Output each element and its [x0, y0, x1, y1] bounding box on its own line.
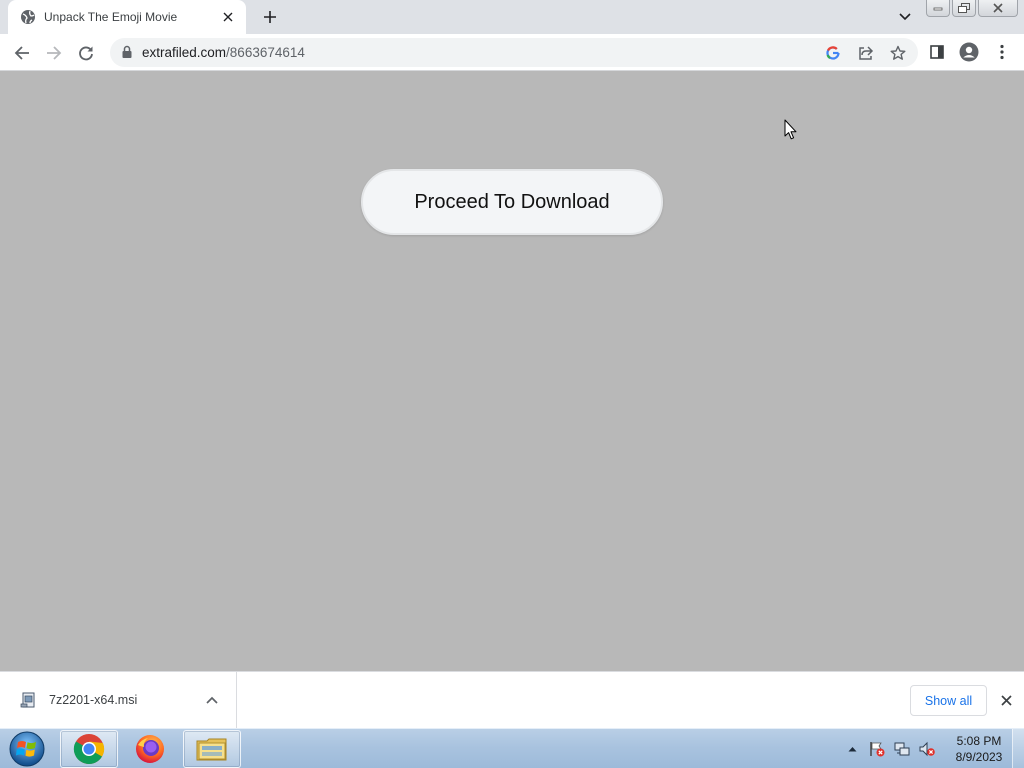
url-domain: extrafiled.com — [142, 45, 227, 60]
minimize-icon — [933, 7, 943, 11]
network-icon[interactable] — [892, 739, 912, 759]
file-explorer-icon — [196, 738, 227, 761]
window-controls — [926, 0, 1018, 17]
system-clock[interactable]: 5:08 PM 8/9/2023 — [950, 733, 1008, 765]
address-bar[interactable]: extrafiled.com/8663674614 — [110, 38, 918, 67]
url-path: /8663674614 — [226, 45, 305, 60]
restore-button[interactable] — [952, 0, 976, 17]
share-icon[interactable] — [855, 42, 877, 64]
download-item[interactable]: 7z2201-x64.msi — [0, 672, 237, 728]
windows-taskbar: 5:08 PM 8/9/2023 — [0, 728, 1024, 768]
back-button[interactable] — [8, 39, 36, 67]
side-panel-icon[interactable] — [925, 40, 949, 64]
plus-icon — [264, 11, 276, 23]
kebab-menu-icon — [1000, 44, 1004, 60]
reload-button[interactable] — [72, 39, 100, 67]
bookmark-star-icon[interactable] — [887, 42, 909, 64]
show-desktop-button[interactable] — [1012, 729, 1024, 768]
show-hidden-icons-icon[interactable] — [842, 739, 862, 759]
arrow-right-icon — [47, 46, 62, 60]
close-window-button[interactable] — [978, 0, 1018, 17]
download-filename: 7z2201-x64.msi — [49, 693, 138, 707]
proceed-to-download-button[interactable]: Proceed To Download — [361, 169, 663, 235]
chevron-up-icon[interactable] — [202, 690, 222, 710]
show-all-button[interactable]: Show all — [910, 685, 987, 716]
tab-title: Unpack The Emoji Movie — [44, 10, 178, 24]
page-content: Proceed To Download — [0, 71, 1024, 671]
installer-file-icon — [20, 691, 38, 709]
close-downloads-icon[interactable] — [996, 690, 1016, 710]
mouse-pointer-icon — [784, 119, 798, 146]
reload-icon — [79, 46, 93, 61]
start-button[interactable] — [4, 730, 50, 768]
google-lens-icon[interactable] — [822, 42, 844, 64]
close-tab-icon[interactable] — [218, 7, 238, 27]
taskbar-file-explorer[interactable] — [183, 730, 241, 768]
new-tab-button[interactable] — [258, 5, 282, 29]
chrome-icon — [73, 734, 105, 765]
firefox-icon — [136, 735, 164, 763]
minimize-button[interactable] — [926, 0, 950, 17]
windows-start-icon — [9, 731, 45, 767]
close-icon — [993, 3, 1003, 13]
taskbar-firefox[interactable] — [121, 730, 179, 768]
browser-tab[interactable]: Unpack The Emoji Movie — [8, 0, 246, 34]
restore-icon — [958, 3, 970, 13]
url-text[interactable]: extrafiled.com/8663674614 — [142, 45, 305, 60]
taskbar-chrome[interactable] — [60, 730, 118, 768]
tab-strip: Unpack The Emoji Movie — [0, 0, 1024, 34]
globe-icon — [20, 9, 36, 25]
browser-toolbar: extrafiled.com/8663674614 — [0, 34, 1024, 71]
downloads-bar: 7z2201-x64.msi Show all — [0, 671, 1024, 728]
action-center-flag-icon[interactable] — [867, 739, 887, 759]
lock-icon[interactable] — [120, 45, 134, 59]
chevron-down-icon — [899, 13, 911, 21]
menu-button[interactable] — [990, 40, 1014, 64]
clock-date: 8/9/2023 — [955, 750, 1003, 764]
arrow-left-icon — [14, 46, 29, 60]
tab-search-button[interactable] — [893, 6, 917, 28]
volume-muted-icon[interactable] — [917, 739, 937, 759]
forward-button[interactable] — [40, 39, 68, 67]
system-tray: 5:08 PM 8/9/2023 — [842, 729, 1008, 768]
profile-avatar[interactable] — [957, 40, 981, 64]
clock-time: 5:08 PM — [956, 734, 1002, 748]
profile-icon — [959, 42, 979, 62]
